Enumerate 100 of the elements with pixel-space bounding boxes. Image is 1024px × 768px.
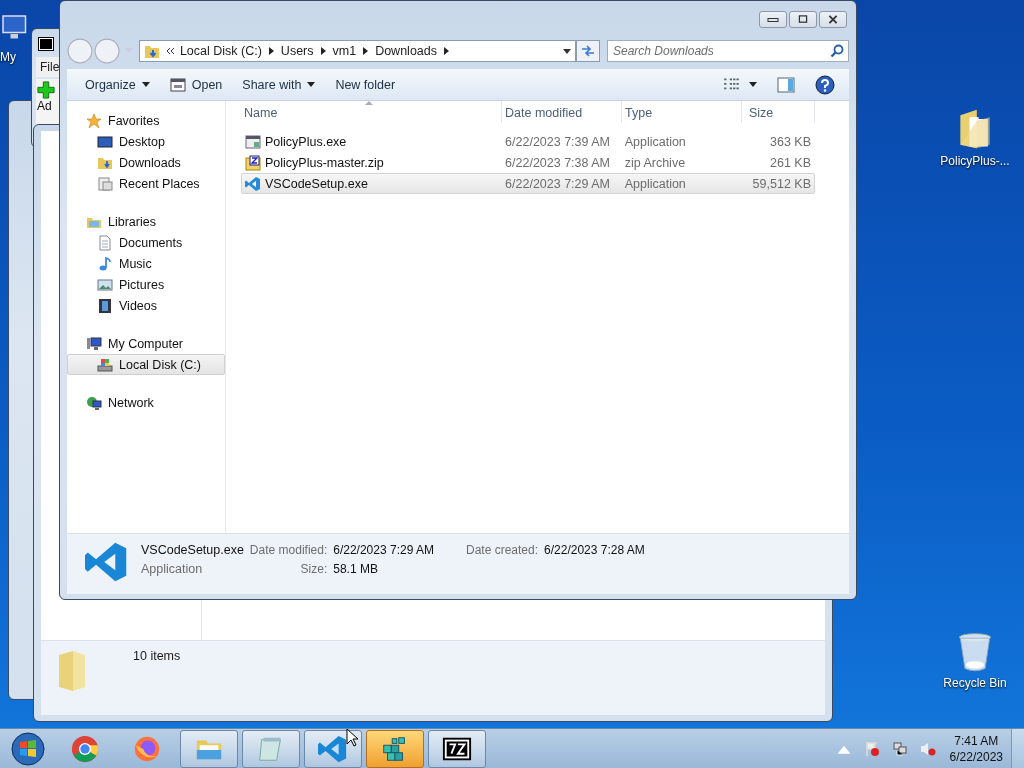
music-note-icon [97,255,113,272]
file-name: PolicyPlus.exe [242,133,503,150]
type-cell-text: Application [623,176,687,191]
program-icon [245,133,261,150]
date-cell-text: 6/22/2023 7:29 AM [504,176,612,191]
recent-places-icon [97,175,113,192]
property-label: Date created: [466,543,539,557]
type-cell-text: Application [623,134,687,149]
caret-icon [307,82,316,87]
search-icon [830,44,844,58]
size-cell-text: 59,512 KB [751,176,812,191]
property-value: 6/22/2023 7:29 AM [333,543,434,557]
dropdown-icon [563,48,572,54]
chevron-right-icon [363,47,369,55]
toolbar-button[interactable]: Share with [234,74,324,95]
nav-item[interactable]: Music [67,253,225,274]
vscode-icon [85,540,129,584]
nav-item[interactable]: Favorites [67,110,225,131]
desktop-icon[interactable]: Recycle Bin [935,630,1015,690]
column-header[interactable]: Type [622,101,742,123]
hard-drive-icon [97,356,113,373]
close-icon [826,15,840,24]
network-icon[interactable] [891,740,908,757]
file-name: VSCodeSetup.exe [242,175,503,192]
column-header[interactable]: Date modified [502,101,622,123]
refresh-button[interactable] [576,40,600,62]
nav-item[interactable]: Documents [67,232,225,253]
size-cell-text: 261 KB [769,155,812,170]
sort-arrow-icon [365,101,373,105]
muted-speaker-icon[interactable] [919,740,936,757]
nav-item[interactable]: Libraries [67,211,225,232]
minimize-icon [766,15,780,24]
type-cell-text: zip Archive [623,155,687,170]
chrome-icon [70,733,100,764]
taskbar-button[interactable] [428,729,486,768]
address-bar[interactable]: Local Disk (C:) Users vm1 Downloads [138,40,577,62]
chevron-right-icon [320,47,326,55]
nav-item[interactable]: Pictures [67,274,225,295]
vscode-icon [245,175,261,192]
refresh-icon [580,43,596,59]
desktop-icon [97,133,113,150]
date-cell-text: 6/22/2023 7:38 AM [504,155,612,170]
mouse-cursor-icon [346,728,358,748]
menu-item[interactable]: File [36,60,64,74]
nav-item[interactable]: Desktop [67,131,225,152]
desktop-icon[interactable]: PolicyPlus-... [935,108,1015,168]
caret-icon [141,82,150,87]
document-icon [97,234,113,251]
app-icon [38,37,54,51]
folder-download-icon [143,43,160,59]
toolbar-button[interactable]: New folder [327,74,404,95]
toolbar-button[interactable]: Open [161,73,231,96]
window-icon [169,76,186,93]
column-header[interactable]: Size [742,101,815,123]
desktop-icon[interactable]: My [0,8,30,64]
clock-time: 7:41 AM [954,733,999,748]
nav-item[interactable]: Videos [67,295,225,316]
file-row[interactable]: VSCodeSetup.exe 6/22/2023 7:29 AM Application 59,512 KB [241,173,815,194]
caret-icon [749,82,757,87]
zip-file-icon [245,154,261,171]
breadcrumb[interactable]: Local Disk (C:) [179,44,262,58]
nav-item[interactable]: My Computer [67,333,225,354]
close-button[interactable] [819,11,847,28]
help-icon [815,74,835,95]
size-cell-text: 363 KB [769,134,812,149]
network-icon [86,394,102,411]
file-name: PolicyPlus-master.zip [242,154,503,171]
file-name: VSCodeSetup.exe [141,543,244,557]
property-label: Size: [299,562,328,576]
date-cell-text: 6/22/2023 7:39 AM [504,134,612,149]
file-row[interactable]: PolicyPlus-master.zip 6/22/2023 7:38 AM zip Archive 261 KB [241,152,815,173]
breadcrumb[interactable]: vm1 [332,44,357,58]
add-button[interactable]: Ad [36,79,58,115]
show-desktop-button[interactable] [1011,728,1024,768]
maximize-button[interactable] [789,11,817,28]
file-type: Application [141,562,204,576]
flag-icon[interactable] [863,740,880,757]
minimize-button[interactable] [759,11,787,28]
clock[interactable]: 7:41 AM 6/22/2023 [941,733,1011,764]
vscode-icon [318,733,348,764]
film-icon [97,297,113,314]
file-row[interactable]: PolicyPlus.exe 6/22/2023 7:39 AM Application 363 KB [241,131,815,152]
pane-icon [777,76,795,93]
property-label: Date modified: [249,543,328,557]
nav-item[interactable]: Downloads [67,152,225,173]
search-field[interactable]: Search Downloads [607,40,849,62]
nav-item[interactable]: Network [67,392,225,413]
restore-icon [796,15,810,24]
property-value: 58.1 MB [333,562,379,576]
property-value: 6/22/2023 7:28 AM [544,543,645,557]
breadcrumb[interactable]: Downloads [375,44,437,58]
nav-item[interactable]: Local Disk (C:) [67,354,225,375]
nav-item[interactable]: Recent Places [67,173,225,194]
picture-icon [97,276,113,293]
computer-icon [86,335,102,352]
breadcrumb[interactable]: Users [280,44,314,58]
toolbar-button[interactable]: Organize [77,74,158,95]
overflow-chevron-icon [164,47,175,55]
start-orb-icon [10,730,46,767]
chevron-right-icon [444,47,449,55]
